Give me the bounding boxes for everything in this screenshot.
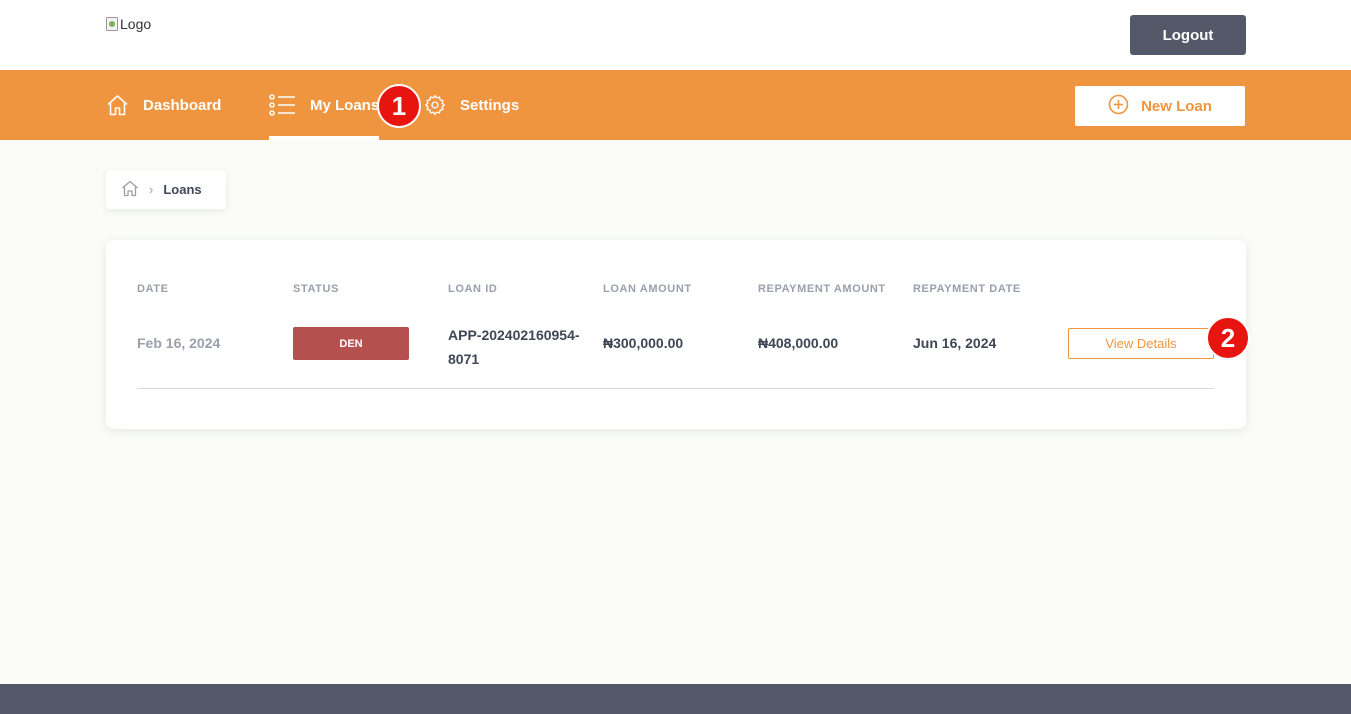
gear-icon bbox=[424, 94, 446, 116]
loans-table-card: DATE STATUS LOAN ID LOAN AMOUNT REPAYMEN… bbox=[106, 240, 1246, 429]
nav-label-my-loans: My Loans bbox=[310, 96, 380, 114]
nav-label-settings: Settings bbox=[460, 96, 520, 114]
home-icon bbox=[106, 94, 129, 116]
cell-repayment-amount: ₦408,000.00 bbox=[758, 335, 839, 351]
column-header-loan-amount: LOAN AMOUNT bbox=[603, 283, 692, 295]
cell-loan-amount: ₦300,000.00 bbox=[603, 335, 684, 351]
broken-image-icon bbox=[106, 17, 118, 31]
column-header-status: STATUS bbox=[293, 283, 339, 295]
loan-id-line-1: APP-202402160954- bbox=[448, 327, 580, 343]
logout-button[interactable]: Logout bbox=[1130, 15, 1246, 55]
plus-circle-icon bbox=[1108, 94, 1129, 119]
breadcrumb: › Loans bbox=[106, 170, 226, 209]
nav-label-dashboard: Dashboard bbox=[143, 96, 222, 114]
loan-id-line-2: 8071 bbox=[448, 351, 480, 367]
view-details-button[interactable]: View Details bbox=[1068, 328, 1214, 359]
nav-item-settings[interactable]: Settings bbox=[424, 70, 519, 140]
chevron-right-icon: › bbox=[149, 182, 154, 197]
new-loan-label: New Loan bbox=[1141, 97, 1212, 115]
breadcrumb-current: Loans bbox=[163, 182, 202, 197]
column-header-date: DATE bbox=[137, 283, 169, 295]
nav-item-my-loans[interactable]: My Loans bbox=[269, 70, 380, 140]
row-divider bbox=[137, 388, 1214, 389]
column-header-loan-id: LOAN ID bbox=[448, 283, 498, 295]
list-icon bbox=[269, 94, 296, 116]
status-badge: DEN bbox=[293, 327, 409, 360]
logo-alt-text: Logo bbox=[120, 16, 152, 32]
column-header-repayment-amount: REPAYMENT AMOUNT bbox=[758, 283, 886, 295]
new-loan-button[interactable]: New Loan bbox=[1075, 86, 1245, 126]
column-header-repayment-date: REPAYMENT DATE bbox=[913, 283, 1021, 295]
annotation-badge-2: 2 bbox=[1206, 316, 1250, 360]
footer bbox=[0, 684, 1351, 714]
breadcrumb-home-icon[interactable] bbox=[121, 180, 139, 200]
annotation-badge-1: 1 bbox=[377, 84, 421, 128]
cell-repayment-date: Jun 16, 2024 bbox=[913, 335, 997, 351]
logo[interactable]: Logo bbox=[106, 16, 151, 32]
top-header: Logo Logout bbox=[0, 0, 1351, 70]
cell-loan-id: APP-202402160954- 8071 bbox=[448, 323, 580, 371]
cell-date: Feb 16, 2024 bbox=[137, 335, 221, 351]
nav-item-dashboard[interactable]: Dashboard bbox=[106, 70, 221, 140]
